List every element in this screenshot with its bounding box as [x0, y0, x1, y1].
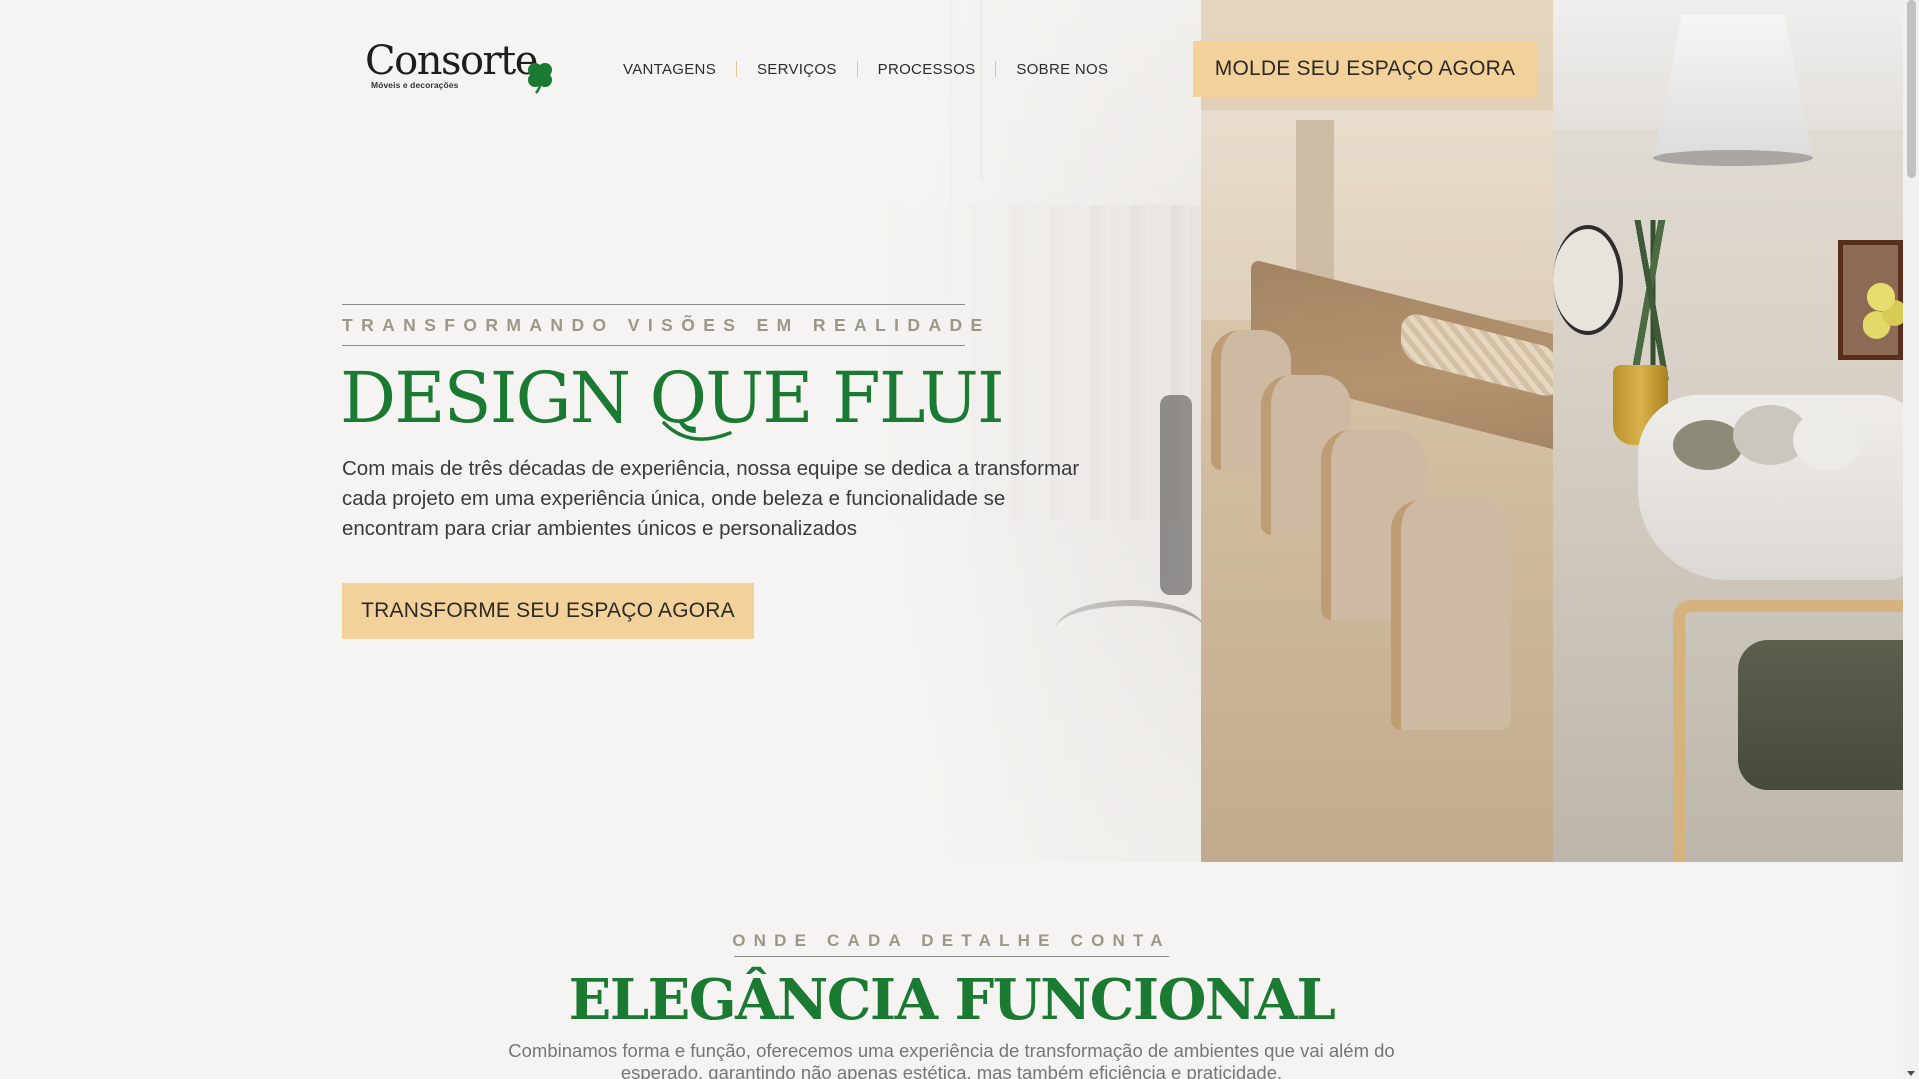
nav-item-servicos[interactable]: SERVIÇOS [757, 61, 837, 78]
nav-item-sobre-nos[interactable]: SOBRE NOS [1016, 61, 1108, 78]
brand-tagline: Móveis e decorações [371, 80, 459, 90]
section-title: ELEGÂNCIA FUNCIONAL [568, 967, 1336, 1033]
nav-divider [856, 61, 858, 77]
four-leaf-clover-icon [528, 63, 552, 94]
living-room-image [1553, 0, 1903, 862]
hero-paragraph: Com mais de três décadas de experiência,… [342, 457, 1080, 540]
header-cta-button[interactable]: MOLDE SEU ESPAÇO AGORA [1193, 41, 1537, 97]
hero-eyebrow: TRANSFORMANDO VISÕES EM REALIDADE [342, 314, 991, 335]
nav-item-processos[interactable]: PROCESSOS [878, 61, 976, 78]
nav-divider [736, 61, 737, 77]
dining-room-image [1201, 0, 1581, 862]
section-eyebrow: ONDE CADA DETALHE CONTA [732, 930, 1171, 950]
section-eyebrow-box: ONDE CADA DETALHE CONTA [732, 925, 1171, 957]
main-nav: VANTAGENS SERVIÇOS PROCESSOS SOBRE NOS [623, 58, 1108, 80]
chevron-down-icon[interactable] [1907, 1071, 1915, 1076]
hero-cta-button[interactable]: TRANSFORME SEU ESPAÇO AGORA [342, 583, 754, 639]
title-swoosh-decoration [662, 421, 732, 441]
brand-name: Consorte [365, 38, 538, 84]
nav-divider [995, 61, 997, 77]
hero-eyebrow-box: TRANSFORMANDO VISÕES EM REALIDADE [342, 304, 982, 346]
brand-logo[interactable]: Consorte Móveis e decorações [365, 38, 555, 98]
page-scrollbar[interactable] [1903, 0, 1919, 1079]
section-paragraph: Combinamos forma e função, oferecemos um… [508, 1040, 1395, 1079]
scrollbar-thumb[interactable] [1907, 0, 1916, 178]
nav-item-vantagens[interactable]: VANTAGENS [623, 61, 716, 78]
